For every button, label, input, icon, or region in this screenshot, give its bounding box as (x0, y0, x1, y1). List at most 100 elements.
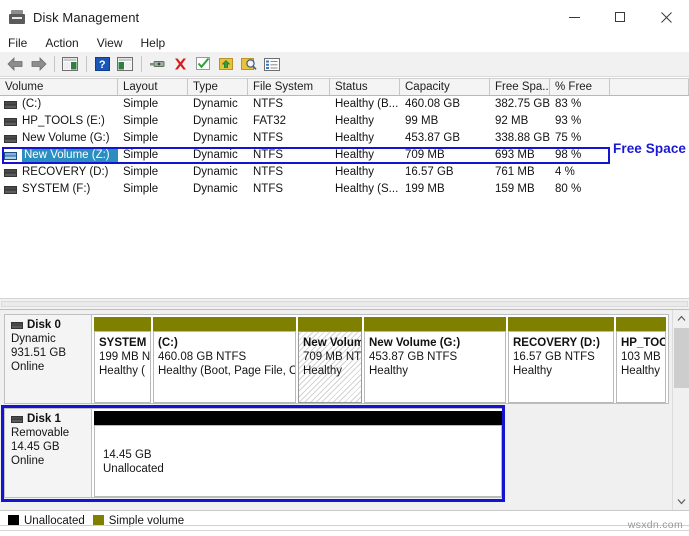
cell-capacity: 460.08 GB (405, 98, 460, 110)
disk-panel[interactable]: Disk 1 Removable 14.45 GB Online 14.45 GB Una… (4, 408, 505, 498)
status-bar (0, 530, 689, 536)
maximize-icon[interactable] (597, 0, 643, 34)
column-header-free[interactable]: % Free (550, 79, 610, 95)
disk-info-panel[interactable]: Disk 0 Dynamic 931.51 GB Online (4, 314, 92, 404)
menu-item-action[interactable]: Action (36, 34, 87, 52)
partition-name-label: (C:) (158, 337, 178, 349)
partition-block[interactable]: RECOVERY (D:) 16.57 GB NTFS Healthy (508, 317, 614, 403)
table-row[interactable]: New Volume (G:) Simple Dynamic NTFS Healthy 4… (0, 130, 689, 147)
cell-type: Dynamic (193, 149, 238, 161)
scrollbar-thumb[interactable] (674, 328, 689, 388)
menu-item-view[interactable]: View (88, 34, 132, 52)
annotation-free-space: Free Space (613, 141, 687, 156)
partition-size-label: 16.57 GB NTFS (513, 351, 595, 363)
minimize-icon[interactable] (551, 0, 597, 34)
properties-icon[interactable] (146, 54, 168, 75)
svg-text:?: ? (98, 59, 105, 71)
volume-name-label: New Volume (Z:) (22, 148, 118, 163)
delete-icon[interactable] (169, 54, 191, 75)
show-console-tree-icon[interactable] (59, 54, 81, 75)
disk-info-panel[interactable]: Disk 1 Removable 14.45 GB Online (4, 408, 92, 498)
cell-volume: New Volume (Z:) (0, 148, 118, 163)
show-action-pane-icon[interactable] (114, 54, 136, 75)
cell-file-system: NTFS (253, 98, 284, 110)
partition-capacity-bar (298, 317, 362, 331)
graphical-view-scrollbar[interactable] (672, 310, 689, 510)
cell-free-space: 159 MB (495, 183, 535, 195)
table-row[interactable]: (C:) Simple Dynamic NTFS Healthy (B... 460.08… (0, 96, 689, 113)
partition-capacity-bar (616, 317, 666, 331)
partition-details: New Volume (G:) 453.87 GB NTFS Healthy (364, 331, 506, 403)
cell-free-space: 761 MB (495, 166, 535, 178)
partition-capacity-bar (94, 411, 502, 425)
column-header-type[interactable]: Type (188, 79, 248, 95)
chevron-down-icon[interactable] (673, 493, 689, 510)
help-icon[interactable]: ? (91, 54, 113, 75)
check-icon[interactable] (192, 54, 214, 75)
table-row[interactable]: New Volume (Z:) Simple Dynamic NTFS Healthy 7… (0, 147, 689, 164)
volume-name-label: HP_TOOLS (E:) (22, 115, 105, 127)
drive-icon (4, 151, 17, 160)
partition-capacity-bar (153, 317, 296, 331)
disk-state-label: Online (11, 361, 45, 373)
cell-layout: Simple (123, 98, 159, 110)
table-row[interactable]: SYSTEM (F:) Simple Dynamic NTFS Healthy (S..… (0, 181, 689, 198)
partition-details: 14.45 GB Unallocated (94, 425, 502, 497)
cell-volume: New Volume (G:) (0, 130, 118, 147)
partition-block[interactable]: New Volum 709 MB NTF Healthy (298, 317, 362, 403)
disk-type-label: Dynamic (11, 333, 56, 345)
column-header-blank[interactable] (610, 79, 689, 95)
cell-capacity: 99 MB (405, 115, 439, 127)
close-icon[interactable] (643, 0, 689, 34)
upload-icon[interactable] (215, 54, 237, 75)
partition-capacity-bar (364, 317, 506, 331)
cell-file-system: NTFS (253, 132, 284, 144)
table-row[interactable]: RECOVERY (D:) Simple Dynamic NTFS Healthy 16.… (0, 164, 689, 181)
drive-icon (4, 100, 17, 109)
partition-name-label: RECOVERY (D:) (513, 337, 600, 349)
partition-size-label: 14.45 GB (103, 449, 152, 461)
partition-block[interactable]: New Volume (G:) 453.87 GB NTFS Healthy (364, 317, 506, 403)
partition-details: HP_TOO 103 MB Healthy (616, 331, 666, 403)
column-header-volume[interactable]: Volume (0, 79, 118, 95)
forward-arrow-icon[interactable] (27, 54, 49, 75)
partition-status-label: Unallocated (103, 463, 164, 475)
disk-size-label: 14.45 GB (11, 441, 60, 453)
table-row[interactable]: HP_TOOLS (E:) Simple Dynamic FAT32 Healthy 99… (0, 113, 689, 130)
partition-block[interactable]: HP_TOO 103 MB Healthy (616, 317, 666, 403)
disk-icon (11, 321, 23, 329)
partition-block[interactable]: SYSTEM 199 MB N Healthy ( (94, 317, 151, 403)
cell-file-system: NTFS (253, 149, 284, 161)
pane-splitter[interactable] (0, 298, 689, 310)
cell-type: Dynamic (193, 132, 238, 144)
partition-block[interactable]: 14.45 GB Unallocated (94, 411, 502, 497)
cell-percent-free: 4 % (555, 166, 575, 178)
chevron-up-icon[interactable] (673, 310, 689, 327)
column-header-layout[interactable]: Layout (118, 79, 188, 95)
menu-item-help[interactable]: Help (132, 34, 175, 52)
cell-layout: Simple (123, 166, 159, 178)
partition-status-label: Healthy (303, 365, 342, 377)
disk-title: Disk 0 (11, 319, 91, 331)
column-header-file-system[interactable]: File System (248, 79, 330, 95)
toolbar-separator (54, 56, 55, 72)
list-view-icon[interactable] (261, 54, 283, 75)
partition-block[interactable]: (C:) 460.08 GB NTFS Healthy (Boot, Page Fi… (153, 317, 296, 403)
back-arrow-icon[interactable] (4, 54, 26, 75)
disk-panel[interactable]: Disk 0 Dynamic 931.51 GB Online SYSTEM 199 MB… (4, 314, 669, 404)
cell-status: Healthy (S... (335, 183, 399, 195)
partition-size-label: 103 MB (621, 351, 661, 363)
toolbar-separator (86, 56, 87, 72)
menu-item-file[interactable]: File (0, 34, 36, 52)
column-header-free-spa[interactable]: Free Spa... (490, 79, 550, 95)
drive-icon (4, 134, 17, 143)
cell-layout: Simple (123, 115, 159, 127)
partition-status-label: Healthy (621, 365, 660, 377)
column-header-capacity[interactable]: Capacity (400, 79, 490, 95)
column-header-status[interactable]: Status (330, 79, 400, 95)
search-icon[interactable] (238, 54, 260, 75)
volume-list-header: Volume Layout Type File System Status Capacit… (0, 78, 689, 96)
cell-volume: (C:) (0, 96, 118, 113)
drive-icon (4, 117, 17, 126)
partition-strip: 14.45 GB Unallocated (92, 408, 505, 498)
